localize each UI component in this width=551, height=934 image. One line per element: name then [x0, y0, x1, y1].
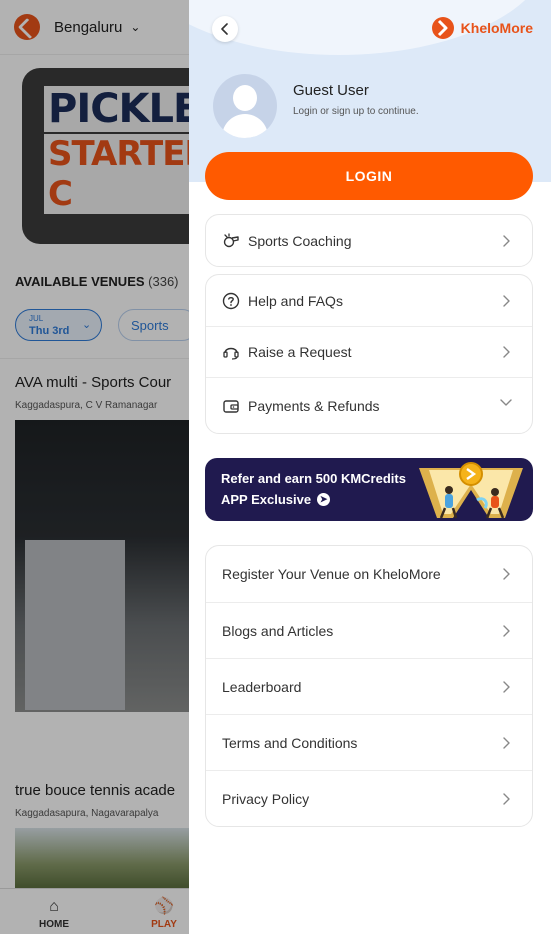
chevron-right-icon — [500, 346, 512, 358]
menu-item-label: Help and FAQs — [248, 292, 343, 309]
menu-item-leaderboard[interactable]: Leaderboard — [206, 658, 532, 714]
menu-item-label: Sports Coaching — [248, 232, 352, 249]
login-button[interactable]: LOGIN — [205, 152, 533, 200]
kheloomore-logo-icon — [431, 17, 454, 39]
chevron-right-icon — [500, 294, 512, 307]
chevron-left-icon — [221, 23, 228, 35]
menu-item-label: Register Your Venue on KheloMore — [222, 566, 441, 582]
avatar — [213, 74, 277, 138]
chevron-right-icon — [500, 624, 512, 637]
refer-line2: APP Exclusive ➤ — [221, 492, 331, 507]
question-circle-icon — [222, 292, 240, 310]
refer-earn-banner[interactable]: Refer and earn 500 KMCredits APP Exclusi… — [205, 458, 533, 521]
chevron-down-icon — [500, 396, 512, 408]
arrow-right-icon: ➤ — [317, 493, 331, 506]
menu-item-register-venue[interactable]: Register Your Venue on KheloMore — [206, 546, 532, 602]
chevron-right-icon — [500, 736, 512, 749]
back-button[interactable] — [212, 16, 238, 42]
menu-item-sports-coaching[interactable]: Sports Coaching — [206, 215, 532, 266]
whistle-icon — [222, 232, 240, 250]
menu-item-privacy[interactable]: Privacy Policy — [206, 770, 532, 826]
side-drawer: KheloMore Guest User Login or sign up to… — [189, 0, 551, 934]
brand-name: KheloMore — [460, 20, 533, 36]
brand[interactable]: KheloMore — [431, 16, 533, 40]
chevron-right-icon — [500, 680, 512, 693]
menu-item-blogs[interactable]: Blogs and Articles — [206, 602, 532, 658]
headset-icon — [222, 343, 240, 361]
wallet-icon — [222, 397, 240, 415]
refer-line2-text: APP Exclusive — [221, 492, 312, 507]
avatar-body — [222, 114, 268, 138]
chevron-right-icon — [500, 792, 512, 805]
drawer-overlay[interactable] — [0, 0, 189, 934]
menu-item-label: Blogs and Articles — [222, 622, 334, 639]
players-illustration-icon — [419, 462, 523, 519]
chevron-right-icon — [500, 568, 512, 580]
menu-item-label: Raise a Request — [248, 344, 352, 360]
menu-card-info: Register Your Venue on KheloMore Blogs a… — [205, 545, 533, 827]
menu-item-help-faqs[interactable]: Help and FAQs — [206, 275, 532, 326]
menu-card-coaching: Sports Coaching — [205, 214, 533, 267]
menu-item-label: Terms and Conditions — [222, 734, 358, 751]
user-subtitle: Login or sign up to continue. — [293, 106, 419, 117]
menu-item-label: Payments & Refunds — [248, 397, 380, 414]
menu-item-terms[interactable]: Terms and Conditions — [206, 714, 532, 770]
chevron-right-icon — [500, 234, 512, 247]
menu-card-support: Help and FAQs Raise a Request Payments &… — [205, 274, 533, 434]
menu-item-payments-refunds[interactable]: Payments & Refunds — [206, 377, 532, 433]
menu-item-raise-request[interactable]: Raise a Request — [206, 326, 532, 377]
avatar-head — [233, 85, 257, 111]
menu-item-label: Leaderboard — [222, 678, 302, 695]
menu-item-label: Privacy Policy — [222, 790, 310, 807]
user-name: Guest User — [293, 82, 369, 99]
refer-line1: Refer and earn 500 KMCredits — [221, 471, 406, 486]
